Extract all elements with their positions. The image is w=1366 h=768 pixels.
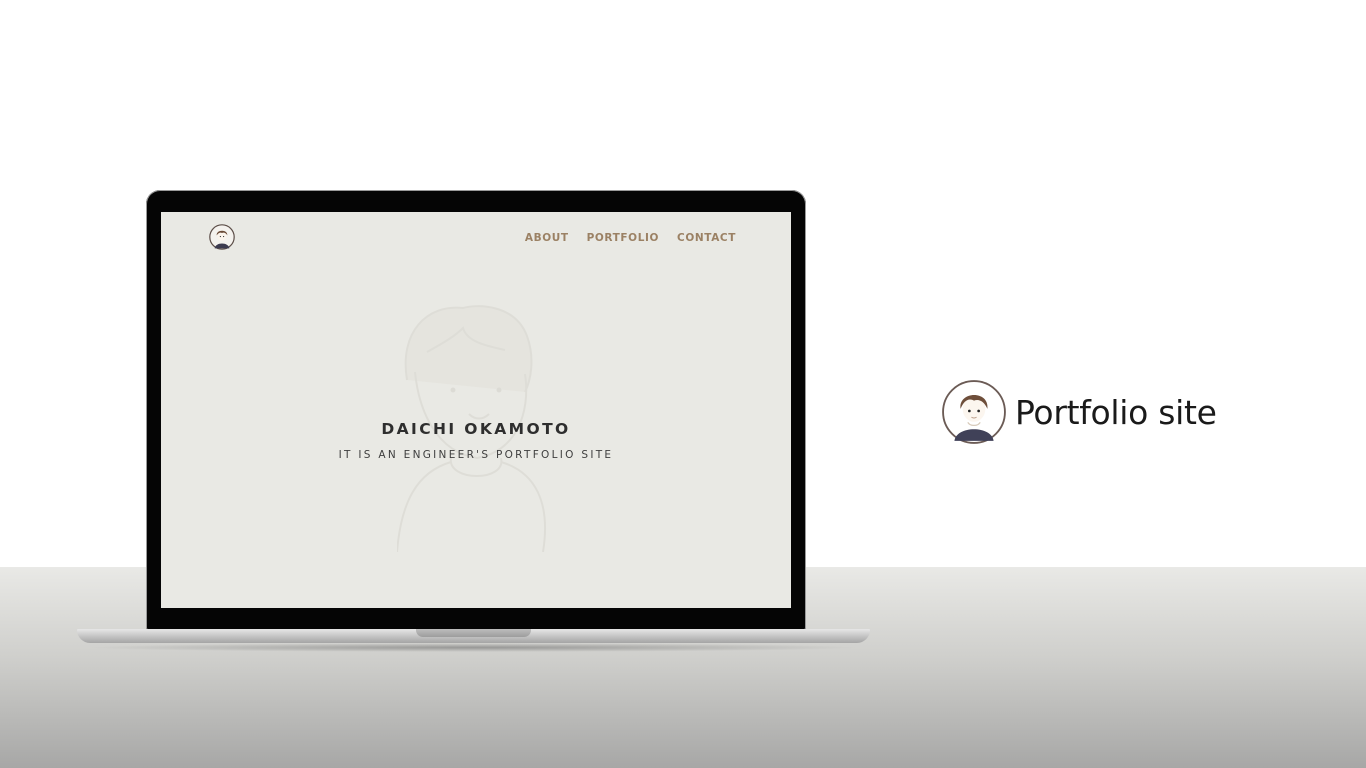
portfolio-website: ABOUT PORTFOLIO CONTACT DAICHI OKAMOTO I…	[161, 212, 791, 608]
site-logo-avatar-icon[interactable]	[209, 224, 235, 250]
hero-subtitle: IT IS AN ENGINEER'S PORTFOLIO SITE	[338, 449, 614, 461]
site-nav: ABOUT PORTFOLIO CONTACT	[525, 232, 736, 244]
brand-lockup: Portfolio site	[941, 379, 1217, 445]
nav-contact-link[interactable]: CONTACT	[677, 232, 736, 244]
brand-label: Portfolio site	[1015, 392, 1217, 432]
nav-portfolio-link[interactable]: PORTFOLIO	[587, 232, 659, 244]
hero-title: DAICHI OKAMOTO	[381, 420, 571, 438]
laptop-notch	[416, 629, 531, 637]
laptop-shadow	[85, 643, 862, 652]
nav-about-link[interactable]: ABOUT	[525, 232, 569, 244]
brand-avatar-icon	[942, 380, 1006, 444]
